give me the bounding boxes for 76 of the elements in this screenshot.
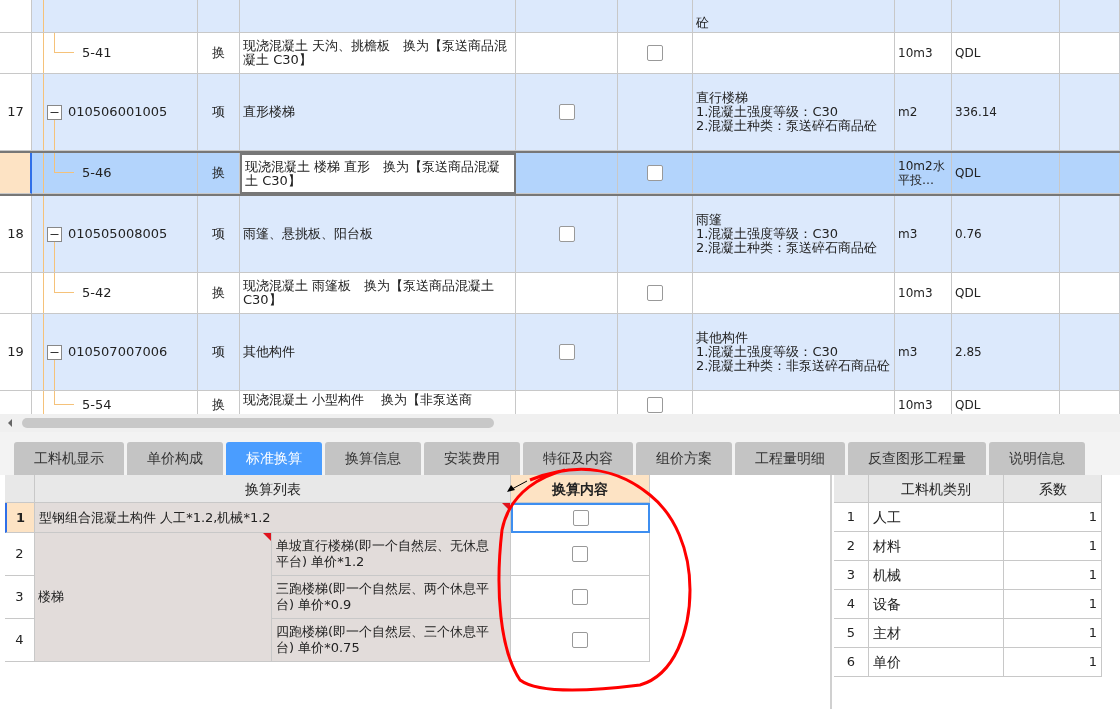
code-text: 010505008005: [68, 227, 168, 241]
table-cell: 单价: [869, 648, 1004, 677]
row-number-cell: 17: [0, 74, 32, 151]
checkbox[interactable]: [647, 165, 663, 181]
tab[interactable]: 组价方案: [636, 442, 732, 475]
row-number-cell: 1: [834, 503, 869, 532]
row-number-cell[interactable]: 4: [5, 619, 35, 662]
table-cell: 机械: [869, 561, 1004, 590]
row-number-cell: 5: [834, 619, 869, 648]
table-cell: 1: [1004, 619, 1102, 648]
tab[interactable]: 说明信息: [989, 442, 1085, 475]
table-cell: 人工: [869, 503, 1004, 532]
column-header: 换算内容: [511, 475, 650, 503]
code-text: 5-46: [82, 166, 112, 180]
code-text: 010506001005: [68, 105, 168, 119]
table-cell: 设备: [869, 590, 1004, 619]
column-header: 工料机类别: [869, 475, 1004, 503]
arrow-icon: [506, 479, 528, 493]
row-number-cell: 19: [0, 314, 32, 391]
row-number-cell: 2: [834, 532, 869, 561]
row-number-cell: 4: [834, 590, 869, 619]
horizontal-scrollbar[interactable]: [0, 414, 1120, 432]
group-label: 楼梯: [38, 589, 64, 605]
conversion-text: 型钢组合混凝土构件 人工*1.2,机械*1.2: [39, 509, 271, 526]
checkbox[interactable]: [572, 510, 589, 526]
table-cell: 四跑楼梯(即一个自然层、三个休息平台) 单价*0.75: [272, 619, 511, 662]
tab[interactable]: 单价构成: [127, 442, 223, 475]
checkbox[interactable]: [647, 396, 663, 413]
checkbox[interactable]: [647, 45, 663, 61]
code-text: 010507007006: [68, 345, 168, 359]
table-cell: 10m2水平投…: [895, 153, 952, 194]
table-cell: 1: [1004, 503, 1102, 532]
checkbox[interactable]: [558, 104, 575, 120]
checkbox[interactable]: [572, 546, 588, 562]
checkbox[interactable]: [572, 632, 588, 648]
collapse-icon[interactable]: [47, 345, 62, 360]
checkbox[interactable]: [558, 226, 575, 242]
table-cell: 1: [1004, 561, 1102, 590]
row-number-cell: 6: [834, 648, 869, 677]
table-cell: 1: [1004, 590, 1102, 619]
collapse-icon[interactable]: [47, 227, 62, 242]
tab[interactable]: 安装费用: [424, 442, 520, 475]
row-number-cell: 3: [834, 561, 869, 590]
table-cell: 1: [1004, 532, 1102, 561]
row-number-cell: [0, 153, 32, 194]
checkbox[interactable]: [647, 285, 663, 301]
tree-line: [43, 153, 44, 193]
tab[interactable]: 换算信息: [325, 442, 421, 475]
tab[interactable]: 特征及内容: [523, 442, 633, 475]
table-cell: 材料: [869, 532, 1004, 561]
row-number-cell[interactable]: 3: [5, 576, 35, 619]
column-header: 系数: [1004, 475, 1102, 503]
tree-line: [54, 153, 74, 173]
row-number-cell: 18: [0, 196, 32, 273]
table-cell: [1060, 153, 1120, 194]
scrollbar-thumb[interactable]: [22, 418, 494, 428]
checkbox[interactable]: [572, 589, 588, 605]
row-number-cell[interactable]: 2: [5, 533, 35, 576]
tab[interactable]: 反查图形工程量: [848, 442, 986, 475]
edit-field[interactable]: 现浇混凝土 楼梯 直形 换为【泵送商品混凝土 C30】: [240, 153, 516, 194]
collapse-icon[interactable]: [47, 105, 62, 120]
tab[interactable]: 工料机显示: [14, 442, 124, 475]
code-text: 5-54: [82, 397, 112, 412]
column-header: 换算列表: [35, 475, 511, 503]
tree-line: [54, 33, 74, 53]
table-cell: QDL: [952, 153, 1060, 194]
table-cell: 主材: [869, 619, 1004, 648]
row-number-cell[interactable]: 1: [5, 503, 35, 533]
table-cell: 三跑楼梯(即一个自然层、两个休息平台) 单价*0.9: [272, 576, 511, 619]
scroll-left-icon[interactable]: [6, 418, 14, 428]
tab[interactable]: 工程量明细: [735, 442, 845, 475]
table-cell: 单坡直行楼梯(即一个自然层、无休息平台) 单价*1.2: [272, 533, 511, 576]
checkbox[interactable]: [558, 344, 575, 360]
code-text: 5-41: [82, 46, 112, 60]
table-cell: 1: [1004, 648, 1102, 677]
code-text: 5-42: [82, 286, 112, 300]
